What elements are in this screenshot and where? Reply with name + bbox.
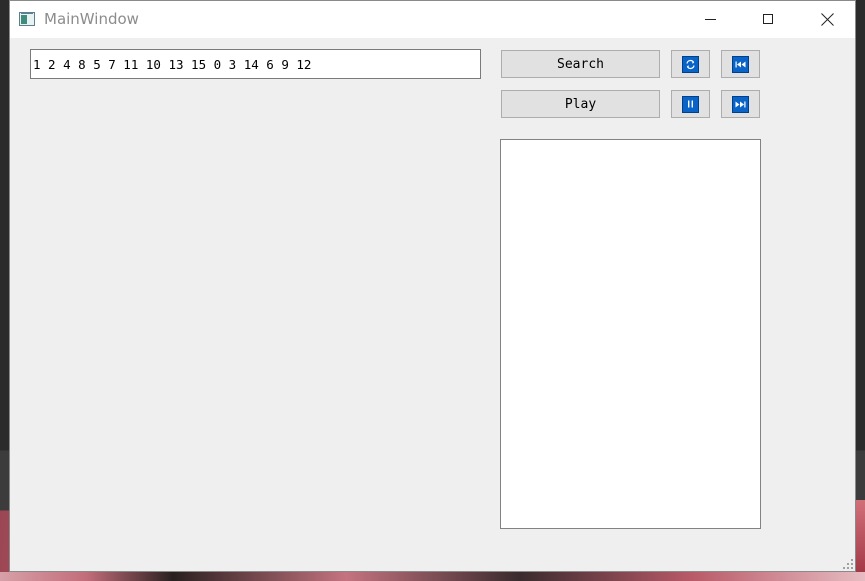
maximize-icon [763, 14, 773, 24]
skip-back-button[interactable] [721, 50, 760, 78]
main-window: MainWindow Search [9, 0, 856, 572]
output-list[interactable] [500, 139, 761, 529]
title-bar[interactable]: MainWindow [10, 1, 855, 38]
pause-button[interactable] [671, 90, 710, 118]
sequence-input[interactable] [30, 49, 481, 79]
minimize-button[interactable] [681, 1, 739, 38]
refresh-button[interactable] [671, 50, 710, 78]
app-window-icon [19, 12, 35, 26]
window-title: MainWindow [44, 10, 139, 28]
close-icon [821, 13, 834, 26]
resize-grip[interactable] [843, 559, 853, 569]
pause-icon [682, 95, 699, 113]
play-button[interactable]: Play [501, 90, 660, 118]
desktop-wallpaper-strip [0, 572, 865, 581]
skip-forward-icon [732, 95, 749, 113]
maximize-button[interactable] [739, 1, 797, 38]
close-button[interactable] [797, 1, 855, 38]
search-button-label: Search [557, 56, 604, 72]
client-area: Search Play [10, 38, 855, 571]
minimize-icon [705, 19, 716, 20]
play-button-label: Play [564, 96, 597, 112]
search-button[interactable]: Search [501, 50, 660, 78]
skip-back-icon [732, 55, 749, 73]
refresh-icon [682, 55, 699, 73]
skip-forward-button[interactable] [721, 90, 760, 118]
